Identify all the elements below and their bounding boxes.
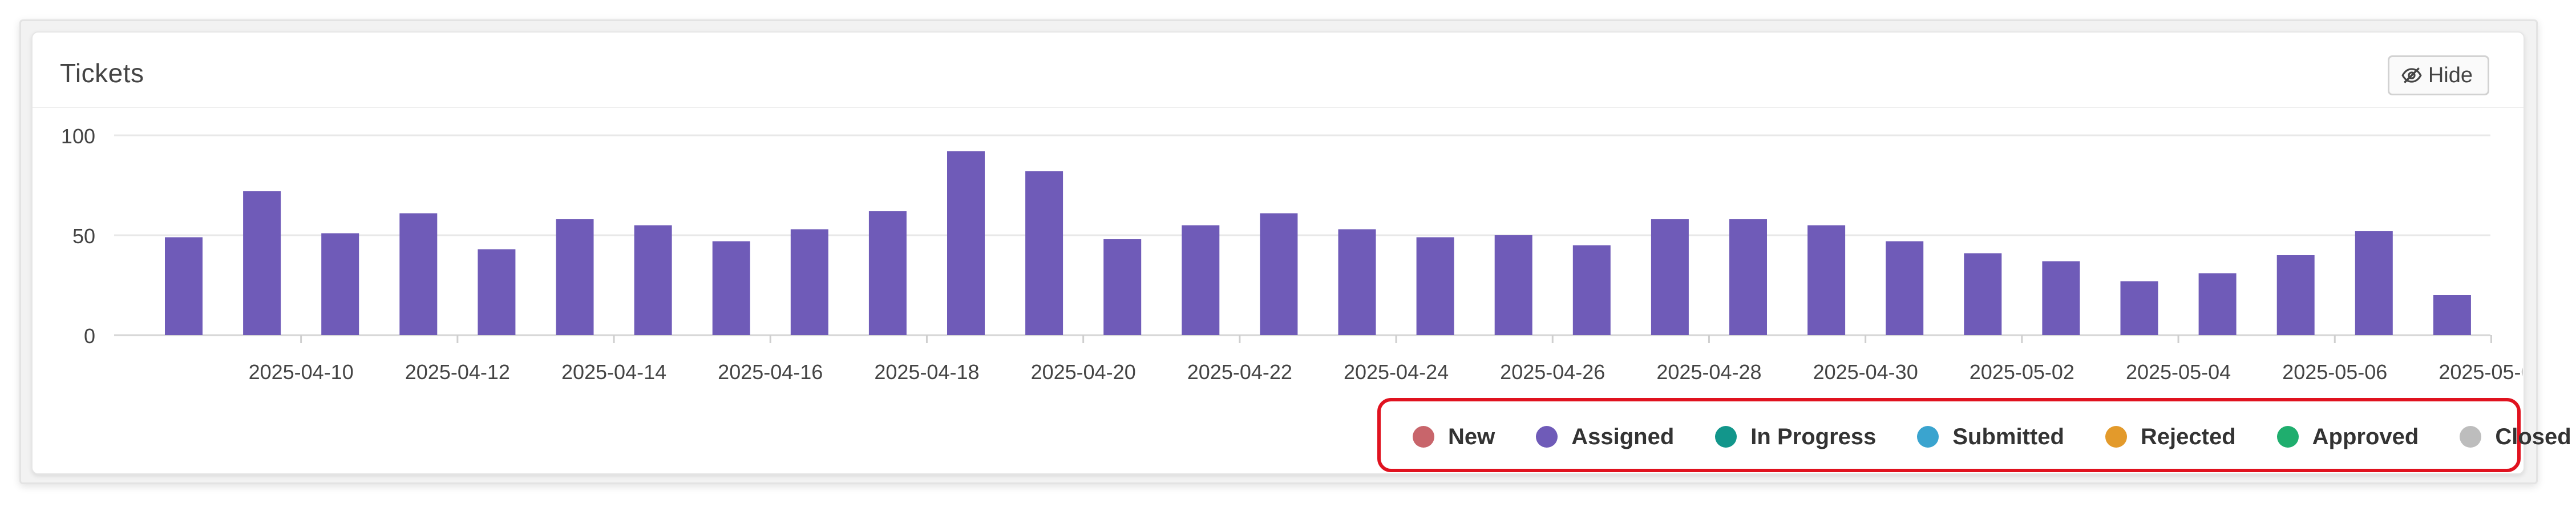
x-tick-label: 2025-04-16: [718, 360, 823, 384]
bar-assigned[interactable]: [1729, 219, 1767, 335]
bar-assigned[interactable]: [634, 225, 672, 336]
bar-series-assigned: [165, 151, 2471, 335]
bar-assigned[interactable]: [868, 211, 907, 335]
legend-dot-icon: [2105, 426, 2127, 448]
x-tick-label: 2025-05-04: [2126, 360, 2231, 384]
legend-label: Submitted: [1952, 424, 2064, 449]
legend-label: New: [1448, 424, 1495, 449]
chart-legend: New Assigned In Progress Submitted Rejected A…: [1413, 420, 2571, 454]
legend-item-rejected[interactable]: Rejected: [2105, 424, 2236, 450]
bar-assigned[interactable]: [2433, 295, 2471, 335]
bar-assigned[interactable]: [790, 229, 828, 336]
bar-assigned[interactable]: [1651, 219, 1689, 335]
x-tick-label: 2025-04-18: [874, 360, 979, 384]
x-tick-label: 2025-04-24: [1344, 360, 1449, 384]
bar-assigned[interactable]: [1182, 225, 1220, 336]
bar-assigned[interactable]: [321, 233, 359, 336]
y-tick-label: 0: [84, 324, 95, 348]
x-tick-label: 2025-04-14: [561, 360, 666, 384]
x-tick-label: 2025-04-30: [1813, 360, 1918, 384]
x-tick-label: 2025-04-28: [1656, 360, 1761, 384]
hide-button-label: Hide: [2428, 63, 2473, 87]
legend-dot-icon: [1536, 426, 1558, 448]
x-tick-label: 2025-04-10: [249, 360, 354, 384]
x-axis-ticks: 2025-04-10 2025-04-12 2025-04-14 2025-04-16…: [249, 335, 2522, 384]
bar-assigned[interactable]: [1260, 213, 1298, 336]
bar-assigned[interactable]: [399, 213, 438, 336]
legend-item-new[interactable]: New: [1413, 424, 1495, 450]
x-tick-label: 2025-04-26: [1500, 360, 1605, 384]
y-axis-ticks: 0 50 100: [61, 124, 95, 348]
x-tick-label: 2025-04-22: [1187, 360, 1292, 384]
bar-assigned[interactable]: [1494, 235, 1532, 335]
hide-button[interactable]: Hide: [2387, 55, 2489, 95]
bar-assigned[interactable]: [1416, 237, 1454, 336]
bar-assigned[interactable]: [1103, 239, 1142, 335]
bar-assigned[interactable]: [1964, 253, 2002, 336]
bar-assigned[interactable]: [947, 151, 985, 335]
legend-item-approved[interactable]: Approved: [2276, 424, 2419, 450]
card-header: Tickets Hide: [33, 33, 2524, 108]
legend-item-closed[interactable]: Closed: [2460, 424, 2571, 450]
bar-assigned[interactable]: [1807, 225, 1846, 336]
legend-item-submitted[interactable]: Submitted: [1917, 424, 2064, 450]
bar-assigned[interactable]: [2355, 231, 2393, 335]
bar-assigned[interactable]: [1886, 241, 1924, 336]
bar-assigned[interactable]: [1025, 171, 1063, 335]
legend-dot-icon: [1917, 426, 1939, 448]
legend-dot-icon: [1715, 426, 1737, 448]
bar-assigned[interactable]: [165, 237, 203, 336]
bar-assigned[interactable]: [1572, 245, 1611, 336]
bar-assigned[interactable]: [478, 249, 516, 336]
y-tick-label: 50: [72, 224, 95, 248]
legend-label: In Progress: [1750, 424, 1877, 449]
card-title: Tickets: [60, 58, 144, 88]
x-tick-label: 2025-05-02: [1970, 360, 2074, 384]
legend-label: Closed: [2495, 424, 2571, 449]
bar-assigned[interactable]: [2198, 273, 2237, 336]
bar-assigned[interactable]: [2120, 281, 2158, 336]
bar-assigned[interactable]: [243, 191, 281, 335]
legend-item-in-progress[interactable]: In Progress: [1715, 424, 1876, 450]
x-tick-label: 2025-04-20: [1031, 360, 1136, 384]
legend-item-assigned[interactable]: Assigned: [1536, 424, 1674, 450]
bar-assigned[interactable]: [2276, 255, 2315, 335]
bar-assigned[interactable]: [1338, 229, 1376, 336]
x-tick-label: 2025-05-06: [2282, 360, 2387, 384]
x-tick-label: 2025-04-12: [405, 360, 510, 384]
legend-dot-icon: [1413, 426, 1434, 448]
bar-assigned[interactable]: [2042, 261, 2080, 336]
legend-label: Rejected: [2140, 424, 2236, 449]
legend-label: Assigned: [1571, 424, 1675, 449]
bar-assigned[interactable]: [712, 241, 750, 336]
y-tick-label: 100: [61, 124, 95, 148]
bar-assigned[interactable]: [556, 219, 594, 335]
x-tick-label: 2025-05-08: [2438, 360, 2522, 384]
legend-label: Approved: [2312, 424, 2419, 449]
legend-dot-icon: [2276, 426, 2299, 448]
eye-slash-icon: [2401, 65, 2423, 86]
legend-dot-icon: [2460, 426, 2482, 448]
tickets-bar-chart: 050100 2025-04-10 2025-04-12 2025-04-14 202…: [61, 124, 2522, 384]
